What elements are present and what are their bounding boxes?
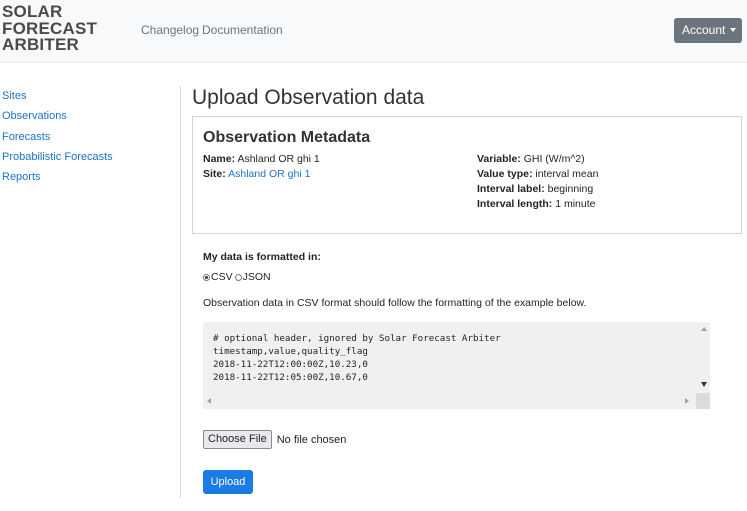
value-type-value: interval mean xyxy=(535,168,599,180)
value-type-label: Value type: xyxy=(477,168,533,180)
format-label: My data is formatted in: xyxy=(203,251,321,263)
sidebar-item-forecasts[interactable]: Forecasts xyxy=(2,131,113,151)
choose-file-button[interactable]: Choose File xyxy=(203,430,272,449)
json-radio-label[interactable]: JSON xyxy=(243,271,271,283)
name-value: Ashland OR ghi 1 xyxy=(237,153,320,165)
scroll-left-icon[interactable] xyxy=(207,398,211,404)
account-dropdown-button[interactable]: Account xyxy=(674,18,742,43)
horizontal-scrollbar[interactable] xyxy=(203,393,696,409)
interval-label-value: beginning xyxy=(547,183,594,195)
code-line: 2018-11-22T12:05:00Z,10.67,0 xyxy=(213,372,368,383)
sidebar-item-sites[interactable]: Sites xyxy=(2,90,113,110)
interval-label-label: Interval label: xyxy=(477,183,545,195)
vertical-scrollbar[interactable] xyxy=(696,322,710,393)
format-help-text: Observation data in CSV format should fo… xyxy=(203,297,587,309)
format-radio-group: CSV JSON xyxy=(203,271,273,283)
sidebar-item-reports[interactable]: Reports xyxy=(2,171,113,191)
sidebar-divider xyxy=(180,86,181,498)
metadata-interval-length: Interval length: 1 minute xyxy=(477,198,595,210)
json-radio[interactable] xyxy=(234,273,242,281)
observation-metadata-card: Observation Metadata Name: Ashland OR gh… xyxy=(192,116,742,234)
account-label: Account xyxy=(682,23,726,37)
site-link[interactable]: Ashland OR ghi 1 xyxy=(228,168,310,180)
upload-button[interactable]: Upload xyxy=(203,470,253,494)
variable-value: GHI (W/m^2) xyxy=(523,153,585,165)
metadata-variable: Variable: GHI (W/m^2) xyxy=(477,153,585,165)
code-line: timestamp,value,quality_flag xyxy=(213,346,368,357)
variable-label: Variable: xyxy=(477,153,521,165)
example-code: # optional header, ignored by Solar Fore… xyxy=(213,332,501,384)
caret-down-icon xyxy=(730,28,737,32)
name-label: Name: xyxy=(203,153,236,165)
nav-documentation-link[interactable]: Documentation xyxy=(202,23,283,37)
navbar: SOLAR FORECAST ARBITER Changelog Documen… xyxy=(0,0,747,63)
file-status: No file chosen xyxy=(276,433,347,446)
scroll-down-icon[interactable] xyxy=(701,382,707,387)
metadata-interval-label: Interval label: beginning xyxy=(477,183,593,195)
scroll-up-icon[interactable] xyxy=(701,327,707,331)
csv-radio[interactable] xyxy=(203,273,210,281)
sidebar: Sites Observations Forecasts Probabilist… xyxy=(2,90,113,191)
file-input: Choose File No file chosen xyxy=(203,430,346,449)
code-line: 2018-11-22T12:00:00Z,10.23,0 xyxy=(213,359,368,370)
site-label: Site: xyxy=(203,168,226,180)
brand-logo[interactable]: SOLAR FORECAST ARBITER xyxy=(2,3,97,54)
csv-radio-label[interactable]: CSV xyxy=(211,271,233,283)
interval-length-label: Interval length: xyxy=(477,198,553,210)
sidebar-item-observations[interactable]: Observations xyxy=(2,110,113,130)
scrollbar-corner xyxy=(696,393,710,409)
metadata-site: Site: Ashland OR ghi 1 xyxy=(203,168,310,180)
nav-changelog-link[interactable]: Changelog xyxy=(141,23,199,37)
page-title: Upload Observation data xyxy=(192,86,425,109)
metadata-name: Name: Ashland OR ghi 1 xyxy=(203,153,320,165)
example-code-block[interactable]: # optional header, ignored by Solar Fore… xyxy=(203,322,710,409)
metadata-value-type: Value type: interval mean xyxy=(477,168,598,180)
scroll-right-icon[interactable] xyxy=(685,398,689,404)
code-line: # optional header, ignored by Solar Fore… xyxy=(213,333,501,344)
metadata-title: Observation Metadata xyxy=(203,129,371,146)
brand-line-3: ARBITER xyxy=(2,35,79,54)
sidebar-item-probabilistic-forecasts[interactable]: Probabilistic Forecasts xyxy=(2,151,113,171)
interval-length-value: 1 minute xyxy=(555,198,596,210)
